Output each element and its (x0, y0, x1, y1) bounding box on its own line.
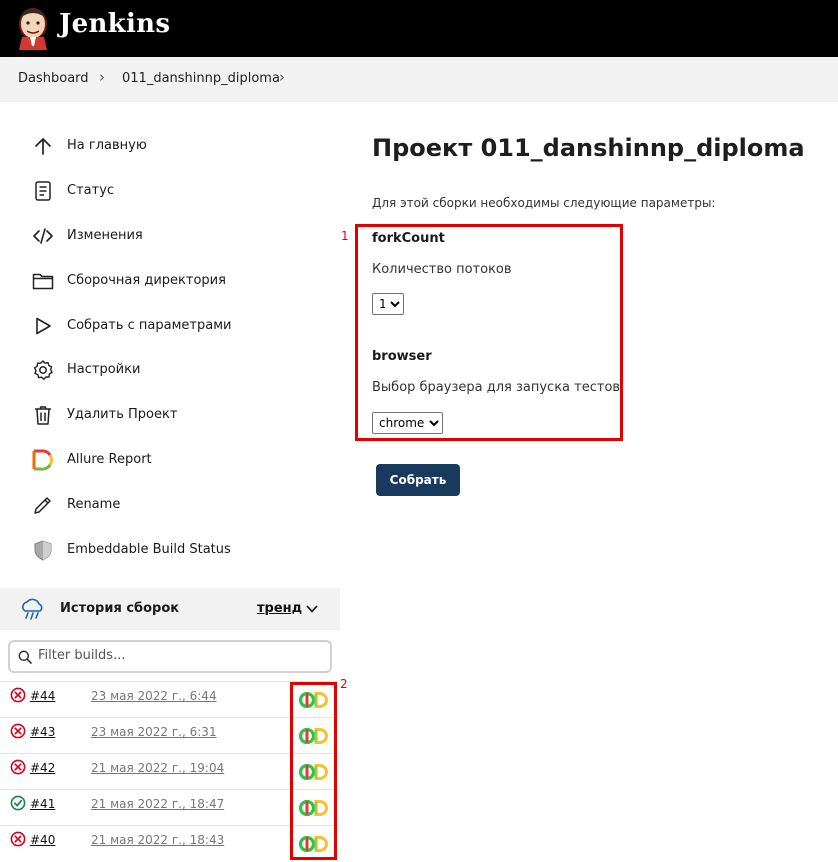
failed-status-icon (10, 831, 26, 847)
annotation-label-2: 2 (340, 677, 348, 691)
sidebar-item-build-with-params[interactable]: Собрать с параметрами (32, 315, 332, 341)
table-row[interactable]: #43 23 мая 2022 г., 6:31 (0, 717, 340, 753)
sidebar-item-home[interactable]: На главную (32, 135, 332, 161)
build-date-link[interactable]: 21 мая 2022 г., 18:47 (91, 797, 224, 811)
table-row[interactable]: #42 21 мая 2022 г., 19:04 (0, 753, 340, 789)
jenkins-logo-icon[interactable] (16, 6, 50, 50)
chevron-down-icon[interactable] (306, 604, 318, 614)
build-date-link[interactable]: 23 мая 2022 г., 6:31 (91, 725, 217, 739)
sidebar-item-label: Собрать с параметрами (67, 318, 232, 333)
sidebar-item-embeddable-build-status[interactable]: Embeddable Build Status (32, 539, 332, 565)
build-history-title: История сборок (60, 601, 180, 616)
chevron-right-icon: › (99, 68, 105, 86)
breadcrumb-dashboard[interactable]: Dashboard (18, 71, 89, 86)
document-icon (35, 181, 51, 201)
sidebar-item-status[interactable]: Статус (32, 180, 332, 206)
sidebar-item-label: Allure Report (67, 452, 152, 467)
sidebar-item-label: Удалить Проект (67, 407, 178, 422)
sidebar-item-label: Rename (67, 497, 121, 512)
app-title[interactable]: Jenkins (59, 9, 170, 39)
page-title: Проект 011_danshinnp_diploma (372, 134, 805, 162)
code-icon (33, 228, 53, 244)
annotation-box-2 (290, 682, 337, 860)
build-date-link[interactable]: 21 мая 2022 г., 18:43 (91, 833, 224, 847)
trend-link[interactable]: тренд (257, 601, 302, 616)
build-number-link[interactable]: #42 (30, 761, 55, 775)
sidebar-item-changes[interactable]: Изменения (32, 225, 332, 251)
failed-status-icon (10, 759, 26, 775)
failed-status-icon (10, 687, 26, 703)
shield-icon (34, 540, 52, 561)
table-row[interactable]: #41 21 мая 2022 г., 18:47 (0, 789, 340, 825)
build-button[interactable]: Собрать (376, 464, 460, 496)
sidebar-item-delete-project[interactable]: Удалить Проект (32, 404, 332, 430)
pencil-icon (34, 497, 51, 514)
sidebar-item-allure-report[interactable]: Allure Report (32, 449, 332, 475)
trash-icon (35, 406, 51, 425)
build-number-link[interactable]: #44 (30, 689, 55, 703)
annotation-label-1: 1 (341, 229, 349, 243)
sidebar-item-label: Изменения (67, 228, 143, 243)
weather-cloud-icon (22, 598, 43, 620)
annotation-box-1 (355, 224, 623, 441)
sidebar-item-label: Embeddable Build Status (67, 542, 231, 557)
top-bar: Jenkins (0, 0, 838, 57)
sidebar-item-settings[interactable]: Настройки (32, 359, 332, 385)
sidebar-item-label: Настройки (67, 362, 141, 377)
table-row[interactable]: #44 23 мая 2022 г., 6:44 (0, 681, 340, 717)
build-date-link[interactable]: 21 мая 2022 г., 19:04 (91, 761, 224, 775)
build-history-header: История сборок тренд (0, 588, 340, 630)
sidebar-item-label: Статус (67, 183, 115, 198)
build-number-link[interactable]: #40 (30, 833, 55, 847)
folder-icon (32, 273, 54, 290)
failed-status-icon (10, 723, 26, 739)
allure-icon (32, 449, 53, 471)
play-icon (36, 317, 51, 335)
filter-builds-input[interactable] (38, 648, 318, 663)
table-row[interactable]: #40 21 мая 2022 г., 18:43 (0, 825, 340, 861)
gear-icon (33, 360, 53, 380)
build-number-link[interactable]: #41 (30, 797, 55, 811)
build-date-link[interactable]: 23 мая 2022 г., 6:44 (91, 689, 217, 703)
breadcrumb: Dashboard › 011_danshinnp_diploma › (0, 57, 838, 102)
sidebar-item-rename[interactable]: Rename (32, 494, 332, 520)
breadcrumb-project[interactable]: 011_danshinnp_diploma (122, 71, 280, 86)
sidebar-item-workspace[interactable]: Сборочная директория (32, 270, 332, 296)
sidebar-item-label: На главную (67, 138, 147, 153)
build-number-link[interactable]: #43 (30, 725, 55, 739)
sidebar-item-label: Сборочная директория (67, 273, 226, 288)
chevron-right-icon[interactable]: › (279, 68, 285, 86)
success-status-icon (10, 795, 26, 811)
parameters-description: Для этой сборки необходимы следующие пар… (372, 196, 716, 210)
arrow-up-icon (35, 138, 51, 155)
filter-builds-field[interactable] (8, 640, 332, 673)
search-icon (18, 650, 32, 664)
